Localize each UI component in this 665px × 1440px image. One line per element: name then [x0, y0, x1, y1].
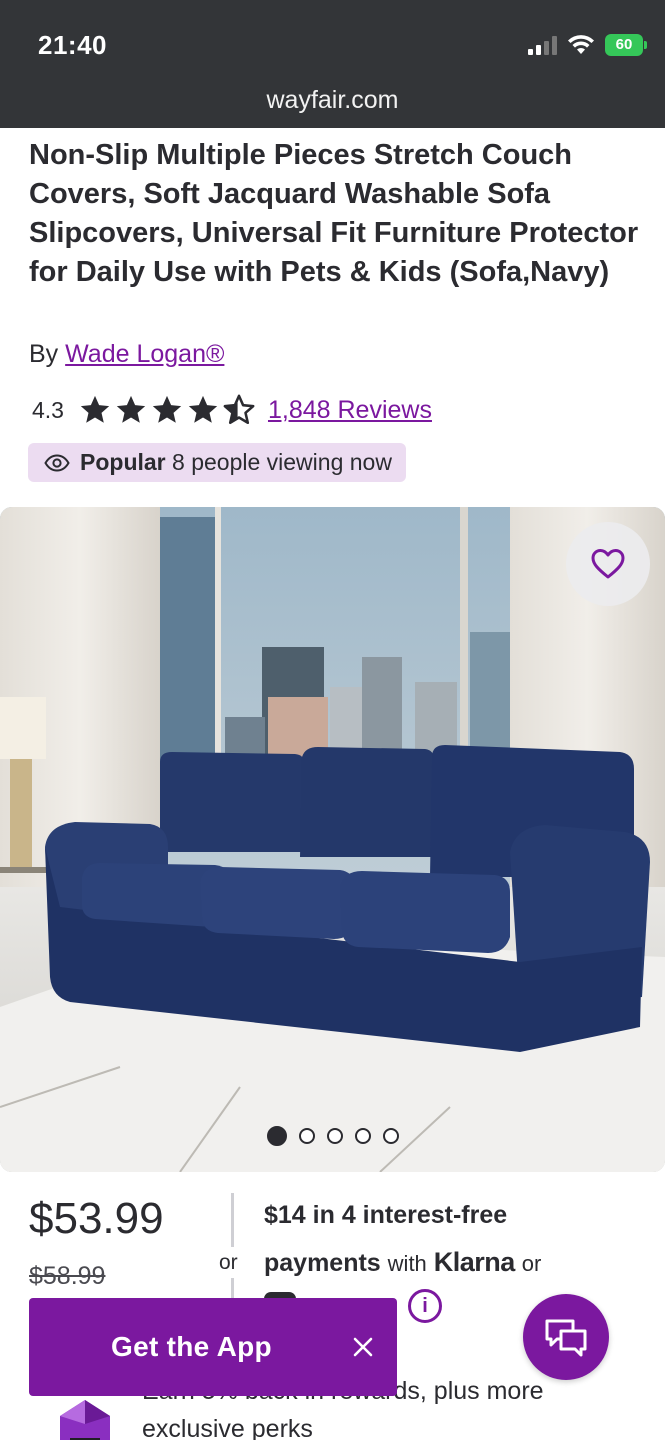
brand-line: By Wade Logan® — [29, 340, 224, 369]
signal-icon — [528, 35, 557, 55]
star-rating — [78, 393, 256, 427]
popular-label: Popular — [80, 449, 166, 475]
star-full-icon — [80, 395, 110, 423]
product-image-carousel[interactable] — [0, 507, 665, 1172]
close-icon[interactable] — [351, 1335, 375, 1359]
or-label-2: or — [521, 1251, 542, 1276]
url-bar[interactable]: wayfair.com — [0, 86, 665, 115]
battery-charging-icon: 60 — [605, 34, 647, 56]
chat-button[interactable] — [523, 1294, 609, 1380]
wifi-icon — [568, 35, 594, 54]
with-label: with — [387, 1251, 427, 1276]
favorite-button[interactable] — [566, 522, 650, 606]
status-icons: 60 — [528, 34, 647, 56]
heart-icon — [591, 549, 625, 579]
star-full-icon — [116, 395, 146, 423]
rewards-gem-icon — [60, 1400, 110, 1440]
installment-text: $14 in 4 interest-free — [264, 1201, 508, 1229]
carousel-dot[interactable] — [354, 1128, 371, 1144]
popular-badge: Popular 8 people viewing now — [28, 443, 406, 482]
status-bar: 21:40 60 wayfair.com — [0, 0, 665, 128]
carousel-dot[interactable] — [382, 1128, 399, 1144]
product-title: Non-Slip Multiple Pieces Stretch Couch C… — [29, 139, 639, 288]
chat-bubbles-icon — [545, 1319, 587, 1357]
brand-link[interactable]: Wade Logan® — [65, 340, 224, 368]
rating-value: 4.3 — [32, 396, 64, 423]
get-the-app-banner[interactable]: Get the App — [29, 1298, 397, 1396]
original-price: $58.99 — [29, 1262, 106, 1290]
star-full-icon — [152, 395, 182, 423]
carousel-dot[interactable] — [266, 1126, 287, 1146]
viewing-text: 8 people viewing now — [172, 449, 392, 475]
rating-row: 4.3 1,848 Reviews — [32, 390, 432, 430]
price-divider — [231, 1193, 234, 1247]
star-partial-icon — [223, 394, 255, 425]
by-label: By — [29, 340, 59, 368]
info-icon[interactable]: i — [408, 1289, 442, 1323]
or-label: or — [219, 1251, 238, 1274]
get-the-app-label: Get the App — [111, 1331, 272, 1362]
current-price: $53.99 — [29, 1194, 164, 1243]
klarna-logo: Klarna — [433, 1247, 516, 1277]
status-time: 21:40 — [38, 30, 107, 60]
star-full-icon — [188, 395, 218, 423]
carousel-dot[interactable] — [326, 1128, 343, 1144]
sofa-photo — [0, 507, 665, 1172]
installment-provider-line: payments with Klarna or — [264, 1247, 541, 1278]
carousel-dots — [0, 1126, 665, 1146]
carousel-dot[interactable] — [298, 1128, 315, 1144]
battery-level: 60 — [615, 36, 633, 53]
payments-label: payments — [264, 1249, 381, 1277]
reviews-link[interactable]: 1,848 Reviews — [268, 396, 432, 425]
eye-icon — [44, 453, 70, 472]
